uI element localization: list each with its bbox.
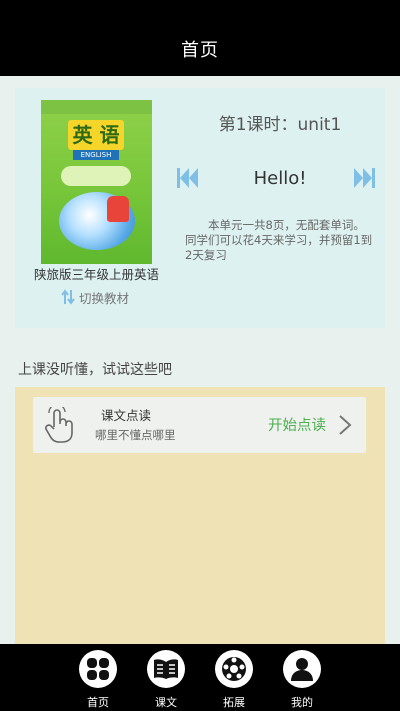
lesson-description: 本单元一共8页，无配套单词。同学们可以花4天来学习，并预留1到2天复习 (185, 218, 373, 262)
start-reading-button[interactable]: 开始点读 (268, 414, 326, 435)
cover-kid-illustration (107, 196, 129, 222)
text-reading-item[interactable]: 课文点读 哪里不懂点哪里 开始点读 (33, 397, 366, 453)
tab-textbook[interactable]: 课文 (145, 644, 187, 711)
book-icon (147, 650, 185, 688)
title-bar: 首页 (0, 0, 400, 76)
next-lesson-button[interactable] (353, 166, 377, 190)
skip-previous-icon (177, 168, 198, 188)
cover-english-label: ENGLISH (73, 150, 119, 160)
lesson-card: 英 语 ENGLISH 陕旅版三年级上册英语 切换教材 第1课时：unit1 H… (15, 88, 385, 328)
previous-lesson-button[interactable] (175, 166, 199, 190)
page-title: 首页 (181, 40, 219, 61)
tab-label: 首页 (87, 696, 109, 709)
switch-textbook-label: 切换教材 (79, 290, 130, 306)
tab-label: 我的 (291, 696, 313, 709)
user-icon (283, 650, 321, 688)
switch-textbook-button[interactable]: 切换教材 (61, 288, 129, 306)
pointing-hand-icon (43, 403, 77, 447)
textbook-name: 陕旅版三年级上册英语 (33, 267, 159, 282)
cover-ying-title: 英 语 (68, 120, 124, 150)
tab-home[interactable]: 首页 (77, 644, 119, 711)
tab-label: 课文 (155, 696, 177, 709)
section-title: 上课没听懂，试试这些吧 (18, 362, 172, 378)
grid-icon (79, 650, 117, 688)
lesson-title: 第1课时：unit1 (218, 115, 342, 135)
practice-area: 课文点读 哪里不懂点哪里 开始点读 (15, 387, 385, 644)
lesson-greeting: Hello! (253, 168, 307, 189)
skip-next-icon (354, 168, 375, 188)
cover-top-strip (41, 100, 152, 114)
bottom-tab-bar: 首页 课文 拓展 我的 (0, 644, 400, 711)
tab-extension[interactable]: 拓展 (213, 644, 255, 711)
ball-icon (215, 650, 253, 688)
cover-grade-badge (61, 166, 131, 186)
item-subtitle: 哪里不懂点哪里 (95, 428, 176, 442)
item-title: 课文点读 (101, 408, 152, 423)
tab-label: 拓展 (223, 696, 245, 709)
tab-profile[interactable]: 我的 (281, 644, 323, 711)
textbook-cover-image[interactable]: 英 语 ENGLISH (41, 100, 152, 264)
swap-icon (61, 289, 75, 305)
chevron-right-icon (338, 414, 352, 440)
